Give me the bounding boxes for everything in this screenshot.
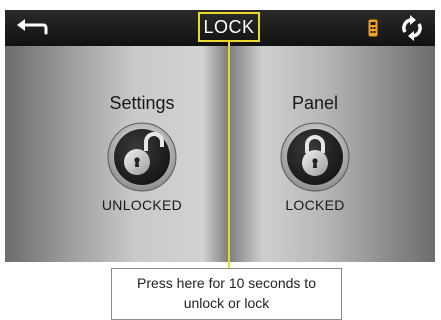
panel-state: LOCKED <box>285 197 345 213</box>
callout-pointer-line <box>228 42 230 268</box>
settings-state: UNLOCKED <box>101 197 183 213</box>
lock-title-button[interactable]: LOCK <box>198 12 260 42</box>
unlocked-padlock-icon <box>107 122 177 192</box>
settings-label: Settings <box>109 93 175 113</box>
remote-icon <box>368 19 378 37</box>
back-button[interactable] <box>15 16 49 40</box>
callout-line-1: Press here for 10 seconds to <box>137 275 316 291</box>
device-screen: LOCK Settings UNLOCKED Panel LOCKED <box>5 10 435 262</box>
refresh-icon <box>402 15 422 41</box>
panel-lock-toggle[interactable]: Panel LOCKED <box>245 91 385 213</box>
callout-line-2: unlock or lock <box>183 295 270 311</box>
locked-padlock-icon <box>280 122 350 192</box>
settings-lock-toggle[interactable]: Settings UNLOCKED <box>72 91 212 213</box>
panel-label: Panel <box>291 93 339 113</box>
lock-panel-area: Settings UNLOCKED Panel LOCKED <box>5 46 435 262</box>
callout-note: Press here for 10 seconds to unlock or l… <box>111 268 342 320</box>
top-bar: LOCK <box>5 10 435 46</box>
refresh-button[interactable] <box>397 15 427 41</box>
page-title: LOCK <box>203 17 255 37</box>
back-arrow-icon <box>17 19 48 35</box>
